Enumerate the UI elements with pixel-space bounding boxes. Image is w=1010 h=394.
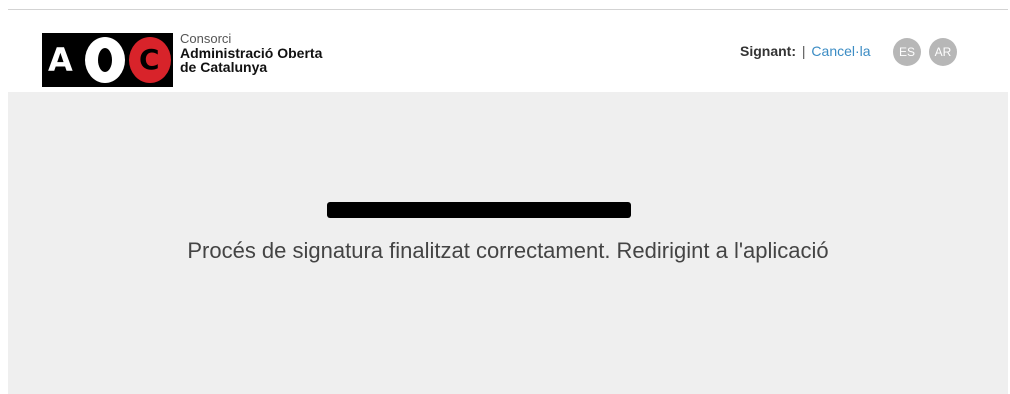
separator: | xyxy=(801,43,806,59)
main-content: Procés de signatura finalitzat correctam… xyxy=(8,92,1008,394)
org-name-line-2: Administració Oberta xyxy=(180,45,323,61)
language-es-button[interactable]: ES xyxy=(893,38,921,66)
logo-letter-c: C xyxy=(139,43,160,76)
org-name-line-1: Consorci xyxy=(180,31,232,46)
aoc-logo: A C xyxy=(42,33,173,87)
header: A C Consorci Administració Oberta de Cat… xyxy=(8,10,1008,92)
logo-letter-a: A xyxy=(48,41,73,79)
signer-label: Signant: xyxy=(740,43,796,59)
redacted-bar xyxy=(327,202,631,218)
cancel-link[interactable]: Cancel·la xyxy=(811,43,870,59)
logo-c-shape: C xyxy=(129,37,171,83)
signer-info: Signant: | Cancel·la xyxy=(740,43,871,59)
language-ar-button[interactable]: AR xyxy=(929,38,957,66)
status-message: Procés de signatura finalitzat correctam… xyxy=(187,238,829,263)
logo-o-shape xyxy=(85,37,125,83)
organization-name: Consorci Administració Oberta de Catalun… xyxy=(180,31,323,75)
org-name-line-3: de Catalunya xyxy=(180,59,268,75)
